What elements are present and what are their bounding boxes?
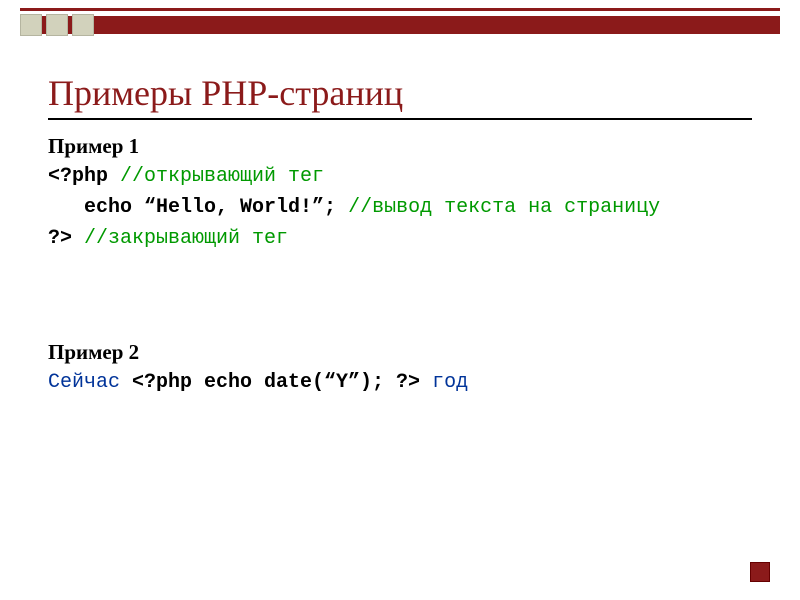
header-thick-block	[20, 16, 780, 34]
footer-square	[750, 562, 770, 582]
code-line: ?> //закрывающий тег	[48, 223, 752, 254]
code-line: <?php //открывающий тег	[48, 161, 752, 192]
code-comment: //вывод текста на страницу	[336, 196, 660, 219]
header-bar	[20, 8, 780, 34]
php-close-tag: ?>	[48, 227, 84, 250]
code-php-date: <?php echo date(“Y”); ?>	[132, 371, 420, 394]
slide-content: Примеры PHP-страниц Пример 1 <?php //отк…	[48, 72, 752, 398]
decor-square	[46, 14, 68, 36]
decor-square	[72, 14, 94, 36]
header-squares	[20, 14, 94, 36]
indent	[48, 196, 84, 219]
header-thin-line	[20, 8, 780, 11]
code-echo: echo “Hello, World!”;	[84, 196, 336, 219]
code-comment: //открывающий тег	[120, 165, 324, 188]
slide-title: Примеры PHP-страниц	[48, 72, 752, 120]
php-open-tag: <?php	[48, 165, 120, 188]
code-line: echo “Hello, World!”; //вывод текста на …	[48, 192, 752, 223]
text-post: год	[420, 371, 468, 394]
code-comment: //закрывающий тег	[84, 227, 288, 250]
example2-label: Пример 2	[48, 340, 752, 365]
example1-label: Пример 1	[48, 134, 752, 159]
decor-square	[20, 14, 42, 36]
code-line: Сейчас <?php echo date(“Y”); ?> год	[48, 367, 752, 398]
spacer	[48, 254, 752, 326]
text-pre: Сейчас	[48, 371, 132, 394]
